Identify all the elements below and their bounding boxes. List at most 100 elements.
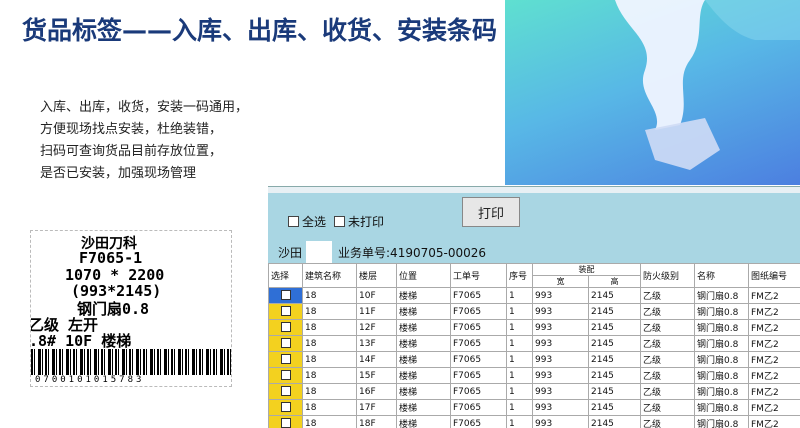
- table-row[interactable]: 1810F楼梯F706519932145乙级钢门扇0.8FM乙2: [269, 288, 800, 304]
- row-select-cell[interactable]: [269, 384, 303, 400]
- table-cell: 乙级: [641, 352, 695, 368]
- table-cell: FM乙2: [749, 416, 800, 428]
- data-grid: 选择 建筑名称 楼层 位置 工单号 序号 装配 防火级别 名称 图纸编号 宽 高…: [268, 263, 800, 428]
- table-cell: 2145: [589, 400, 641, 416]
- table-cell: FM乙2: [749, 336, 800, 352]
- table-cell: 钢门扇0.8: [695, 288, 749, 304]
- desc-line: 方便现场找点安装，杜绝装错，: [40, 119, 290, 141]
- desc-line: 入库、出库，收货，安装一码通用，: [40, 97, 290, 119]
- table-cell: 钢门扇0.8: [695, 400, 749, 416]
- table-cell: 13F: [357, 336, 397, 352]
- col-header[interactable]: 选择: [269, 264, 303, 288]
- row-select-cell[interactable]: [269, 368, 303, 384]
- table-row[interactable]: 1811F楼梯F706519932145乙级钢门扇0.8FM乙2: [269, 304, 800, 320]
- product-label: 沙田刀科 F7065-1 1070 * 2200 (993*2145) 钢门扇0…: [30, 230, 232, 387]
- table-cell: 18: [303, 416, 357, 428]
- table-row[interactable]: 1816F楼梯F706519932145乙级钢门扇0.8FM乙2: [269, 384, 800, 400]
- table-cell: F7065: [451, 352, 507, 368]
- table-cell: 14F: [357, 352, 397, 368]
- table-cell: F7065: [451, 320, 507, 336]
- row-checkbox[interactable]: [281, 290, 291, 300]
- table-cell: 993: [533, 352, 589, 368]
- row-select-cell[interactable]: [269, 304, 303, 320]
- row-checkbox[interactable]: [281, 370, 291, 380]
- table-row[interactable]: 1818F楼梯F706519932145乙级钢门扇0.8FM乙2: [269, 416, 800, 428]
- barcode-digits: 0700101015783: [35, 375, 144, 385]
- row-select-cell[interactable]: [269, 400, 303, 416]
- slide-title: 货品标签——入库、出库、收货、安装条码: [22, 14, 502, 47]
- table-cell: 乙级: [641, 288, 695, 304]
- label-line: .8# 10F 楼梯: [30, 330, 131, 351]
- col-header[interactable]: 序号: [507, 264, 533, 288]
- table-cell: 1: [507, 304, 533, 320]
- table-row[interactable]: 1813F楼梯F706519932145乙级钢门扇0.8FM乙2: [269, 336, 800, 352]
- table-cell: 18F: [357, 416, 397, 428]
- row-select-cell[interactable]: [269, 336, 303, 352]
- table-cell: 18: [303, 368, 357, 384]
- col-header[interactable]: 位置: [397, 264, 451, 288]
- table-cell: 乙级: [641, 336, 695, 352]
- table-cell: 1: [507, 352, 533, 368]
- table-cell: 楼梯: [397, 416, 451, 428]
- table-cell: F7065: [451, 384, 507, 400]
- table-cell: 16F: [357, 384, 397, 400]
- barcode: [31, 349, 231, 375]
- row-checkbox[interactable]: [281, 354, 291, 364]
- row-checkbox[interactable]: [281, 386, 291, 396]
- table-cell: 993: [533, 384, 589, 400]
- sub-col-header[interactable]: 宽: [533, 276, 589, 288]
- table-cell: 18: [303, 304, 357, 320]
- print-button[interactable]: 打印: [462, 197, 520, 227]
- table-cell: 15F: [357, 368, 397, 384]
- order-number: 业务单号:4190705-00026: [338, 244, 486, 261]
- table-cell: 993: [533, 400, 589, 416]
- col-header[interactable]: 防火级别: [641, 264, 695, 288]
- table-cell: 乙级: [641, 400, 695, 416]
- table-cell: 18: [303, 320, 357, 336]
- table-cell: F7065: [451, 304, 507, 320]
- table-cell: 11F: [357, 304, 397, 320]
- site-input[interactable]: [306, 241, 332, 263]
- desc-line: 扫码可查询货品目前存放位置，: [40, 141, 290, 163]
- table-cell: 楼梯: [397, 288, 451, 304]
- sub-col-header[interactable]: 高: [589, 276, 641, 288]
- table-cell: F7065: [451, 288, 507, 304]
- row-select-cell[interactable]: [269, 352, 303, 368]
- row-checkbox[interactable]: [281, 306, 291, 316]
- row-select-cell[interactable]: [269, 416, 303, 428]
- col-header[interactable]: 工单号: [451, 264, 507, 288]
- table-cell: 1: [507, 288, 533, 304]
- table-cell: 钢门扇0.8: [695, 304, 749, 320]
- row-checkbox[interactable]: [281, 338, 291, 348]
- table-cell: 钢门扇0.8: [695, 336, 749, 352]
- table-cell: F7065: [451, 400, 507, 416]
- table-cell: 993: [533, 288, 589, 304]
- table-row[interactable]: 1814F楼梯F706519932145乙级钢门扇0.8FM乙2: [269, 352, 800, 368]
- table-cell: 楼梯: [397, 368, 451, 384]
- col-header[interactable]: 建筑名称: [303, 264, 357, 288]
- table-cell: 2145: [589, 368, 641, 384]
- row-select-cell[interactable]: [269, 320, 303, 336]
- row-checkbox[interactable]: [281, 402, 291, 412]
- table-row[interactable]: 1817F楼梯F706519932145乙级钢门扇0.8FM乙2: [269, 400, 800, 416]
- unprinted-checkbox[interactable]: 未打印: [334, 213, 384, 230]
- table-row[interactable]: 1815F楼梯F706519932145乙级钢门扇0.8FM乙2: [269, 368, 800, 384]
- table-cell: 1: [507, 320, 533, 336]
- row-checkbox[interactable]: [281, 322, 291, 332]
- table-cell: F7065: [451, 368, 507, 384]
- table-cell: 993: [533, 320, 589, 336]
- col-header[interactable]: 图纸编号: [749, 264, 800, 288]
- col-header[interactable]: 楼层: [357, 264, 397, 288]
- table-cell: FM乙2: [749, 368, 800, 384]
- table-cell: 2145: [589, 416, 641, 428]
- table-cell: FM乙2: [749, 384, 800, 400]
- row-select-cell[interactable]: [269, 288, 303, 304]
- table-cell: 乙级: [641, 320, 695, 336]
- table-row[interactable]: 1812F楼梯F706519932145乙级钢门扇0.8FM乙2: [269, 320, 800, 336]
- col-header[interactable]: 名称: [695, 264, 749, 288]
- table-cell: 10F: [357, 288, 397, 304]
- col-header[interactable]: 装配: [533, 264, 641, 276]
- table-cell: 2145: [589, 384, 641, 400]
- table-cell: 993: [533, 416, 589, 428]
- select-all-checkbox[interactable]: 全选: [288, 213, 326, 230]
